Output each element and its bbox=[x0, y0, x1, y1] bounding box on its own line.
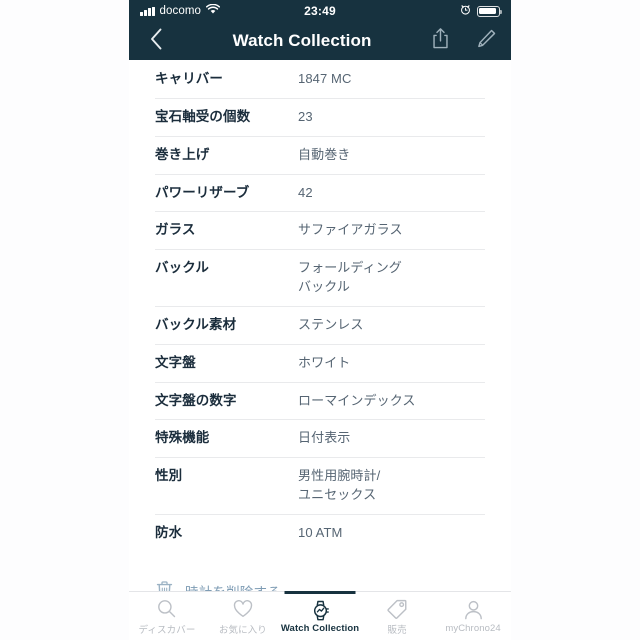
table-row: 特殊機能 日付表示 bbox=[155, 419, 485, 457]
spec-value: 1847 MC bbox=[298, 71, 352, 86]
tab-label: ディスカバー bbox=[138, 624, 196, 636]
signal-bars-icon bbox=[140, 6, 155, 16]
tab-sell[interactable]: 販売 bbox=[359, 592, 435, 640]
spec-label: キャリバー bbox=[155, 71, 223, 86]
tab-mychrono24[interactable]: myChrono24 bbox=[435, 592, 511, 640]
table-row: ガラス サファイアガラス bbox=[155, 211, 485, 249]
watch-icon bbox=[310, 600, 331, 620]
heart-icon bbox=[233, 599, 253, 619]
tab-watch-collection[interactable]: Watch Collection bbox=[281, 592, 359, 640]
spec-label: 文字盤の数字 bbox=[155, 392, 237, 408]
spec-scroll-area[interactable]: キャリバー 1847 MC 宝石軸受の個数 23 巻き上げ 自動巻き パワーリザ… bbox=[129, 60, 511, 591]
battery-icon bbox=[477, 5, 503, 17]
table-row: 巻き上げ 自動巻き bbox=[155, 135, 485, 174]
pencil-icon bbox=[476, 28, 497, 54]
spec-label: 文字盤 bbox=[155, 354, 196, 370]
spec-value: ステンレス bbox=[298, 316, 364, 332]
back-button[interactable] bbox=[143, 26, 169, 56]
specification-table: キャリバー 1847 MC 宝石軸受の個数 23 巻き上げ 自動巻き パワーリザ… bbox=[129, 60, 511, 552]
spec-value: フォールディング バックル bbox=[298, 260, 402, 295]
share-button[interactable] bbox=[429, 28, 451, 54]
table-row: 文字盤の数字 ローマインデックス bbox=[155, 381, 485, 420]
status-bar-right bbox=[460, 2, 503, 20]
spec-value: 男性用腕時計/ ユニセックス bbox=[298, 468, 381, 503]
spec-label: 巻き上げ bbox=[155, 146, 210, 162]
tab-discover[interactable]: ディスカバー bbox=[129, 592, 205, 640]
spec-label: バックル bbox=[155, 260, 209, 276]
bottom-tab-bar: ディスカバー お気に入り Watch Collection 販売 myChron… bbox=[129, 591, 511, 640]
navigation-bar: Watch Collection bbox=[129, 22, 511, 60]
edit-button[interactable] bbox=[475, 28, 497, 54]
spec-value: 自動巻き bbox=[298, 146, 351, 162]
table-row: 文字盤 ホワイト bbox=[155, 343, 485, 382]
tab-label: 販売 bbox=[387, 624, 407, 636]
spec-label: 防水 bbox=[155, 524, 183, 540]
spec-label: ガラス bbox=[155, 222, 196, 238]
tab-label: Watch Collection bbox=[280, 623, 360, 634]
spec-value: 日付表示 bbox=[298, 430, 351, 446]
person-icon bbox=[464, 600, 483, 620]
spec-label: 性別 bbox=[155, 468, 183, 484]
navigation-actions bbox=[429, 28, 497, 54]
table-row: 宝石軸受の個数 23 bbox=[155, 97, 485, 136]
table-row: キャリバー 1847 MC bbox=[155, 60, 485, 98]
search-icon bbox=[157, 599, 176, 619]
share-icon bbox=[431, 27, 450, 55]
spec-value: 42 bbox=[298, 184, 313, 200]
table-row: 防水 10 ATM bbox=[155, 513, 485, 552]
spec-label: 宝石軸受の個数 bbox=[155, 108, 251, 124]
trash-icon bbox=[155, 580, 174, 591]
tab-label: お気に入り bbox=[218, 624, 267, 636]
delete-watch-label: 時計を削除する bbox=[185, 581, 281, 591]
spec-value: ローマインデックス bbox=[298, 392, 416, 408]
wifi-icon bbox=[205, 2, 221, 20]
page-title: Watch Collection bbox=[232, 31, 372, 50]
delete-watch-button[interactable]: 時計を削除する bbox=[155, 580, 281, 591]
table-row: 性別 男性用腕時計/ ユニセックス bbox=[155, 457, 485, 514]
table-row: バックル フォールディング バックル bbox=[155, 249, 485, 306]
spec-label: パワーリザーブ bbox=[155, 184, 250, 200]
spec-value: 10 ATM bbox=[298, 524, 343, 540]
tab-label: myChrono24 bbox=[445, 623, 501, 634]
spec-value: 23 bbox=[298, 108, 313, 124]
spec-label: バックル素材 bbox=[155, 316, 237, 332]
alarm-clock-icon bbox=[460, 2, 471, 20]
spec-value: サファイアガラス bbox=[298, 222, 403, 238]
spec-value: ホワイト bbox=[298, 354, 351, 370]
status-bar: docomo 23:49 bbox=[129, 0, 511, 22]
spec-label: 特殊機能 bbox=[155, 430, 210, 446]
status-bar-left: docomo bbox=[140, 2, 221, 20]
tag-icon bbox=[387, 599, 407, 619]
phone-screen: docomo 23:49 Watch Collection キャリバー 1847… bbox=[129, 0, 511, 640]
chevron-left-icon bbox=[150, 28, 163, 55]
carrier-label: docomo bbox=[159, 5, 202, 17]
table-row: パワーリザーブ 42 bbox=[155, 173, 485, 212]
delete-section: 時計を削除する bbox=[129, 552, 511, 591]
tab-favorites[interactable]: お気に入り bbox=[205, 592, 281, 640]
table-row: バックル素材 ステンレス bbox=[155, 305, 485, 344]
